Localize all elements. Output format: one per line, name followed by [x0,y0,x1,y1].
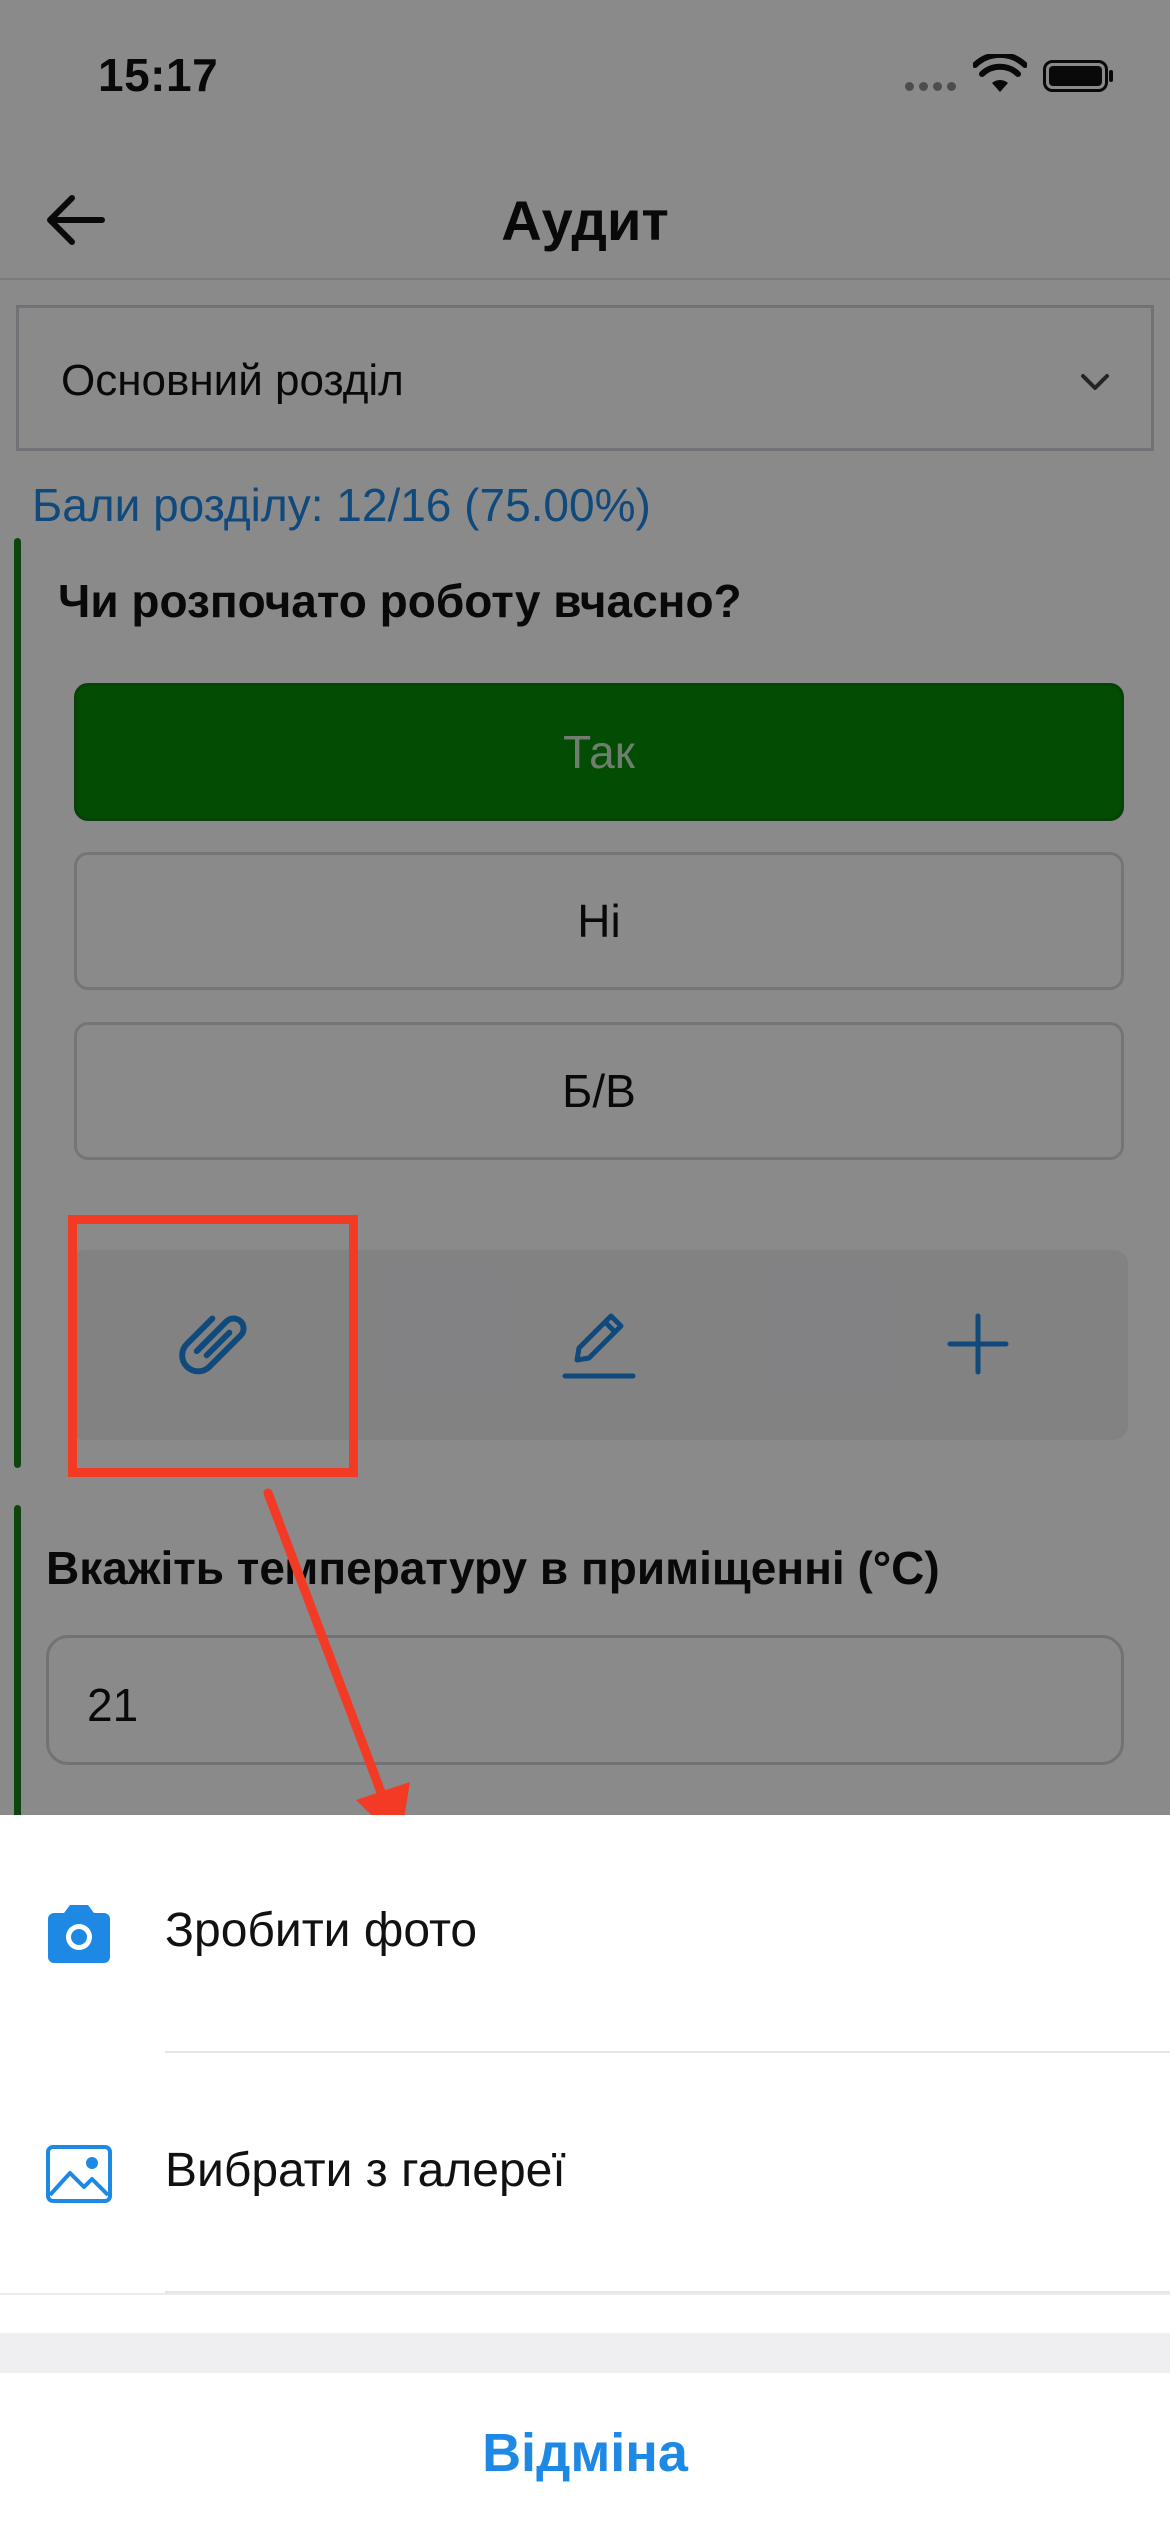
image-icon [46,2145,112,2203]
take-photo-option[interactable]: Зробити фото [0,1815,1170,2053]
camera-icon [48,1905,110,1963]
take-photo-label: Зробити фото [165,1904,478,1957]
divider [0,2293,1170,2295]
choose-from-gallery-label: Вибрати з галереї [165,2144,566,2197]
app-screen: 15:17 Аудит Основний розділ Бали розділу… [0,0,1170,2532]
action-sheet: Зробити фото Вибрати з галереї Відміна [0,1815,1170,2532]
choose-from-gallery-option[interactable]: Вибрати з галереї [0,2055,1170,2293]
sheet-separator [0,2333,1170,2373]
modal-backdrop[interactable] [0,0,1170,1815]
cancel-button[interactable]: Відміна [0,2373,1170,2532]
divider [165,2051,1170,2053]
annotation-highlight-box [68,1215,358,1477]
